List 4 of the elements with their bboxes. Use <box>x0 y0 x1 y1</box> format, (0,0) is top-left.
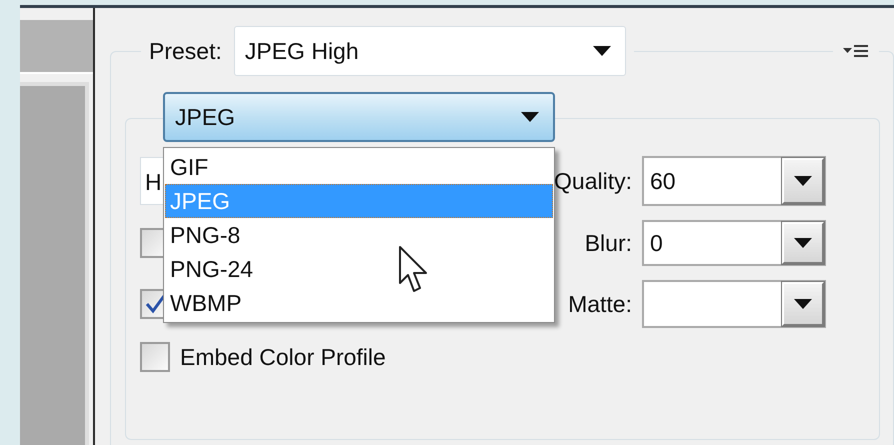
setting-label: Quality: <box>554 168 633 194</box>
setting-label: Blur: <box>584 230 633 256</box>
checkbox-label: Embed Color Profile <box>180 344 386 370</box>
setting-label: Matte: <box>568 290 633 318</box>
